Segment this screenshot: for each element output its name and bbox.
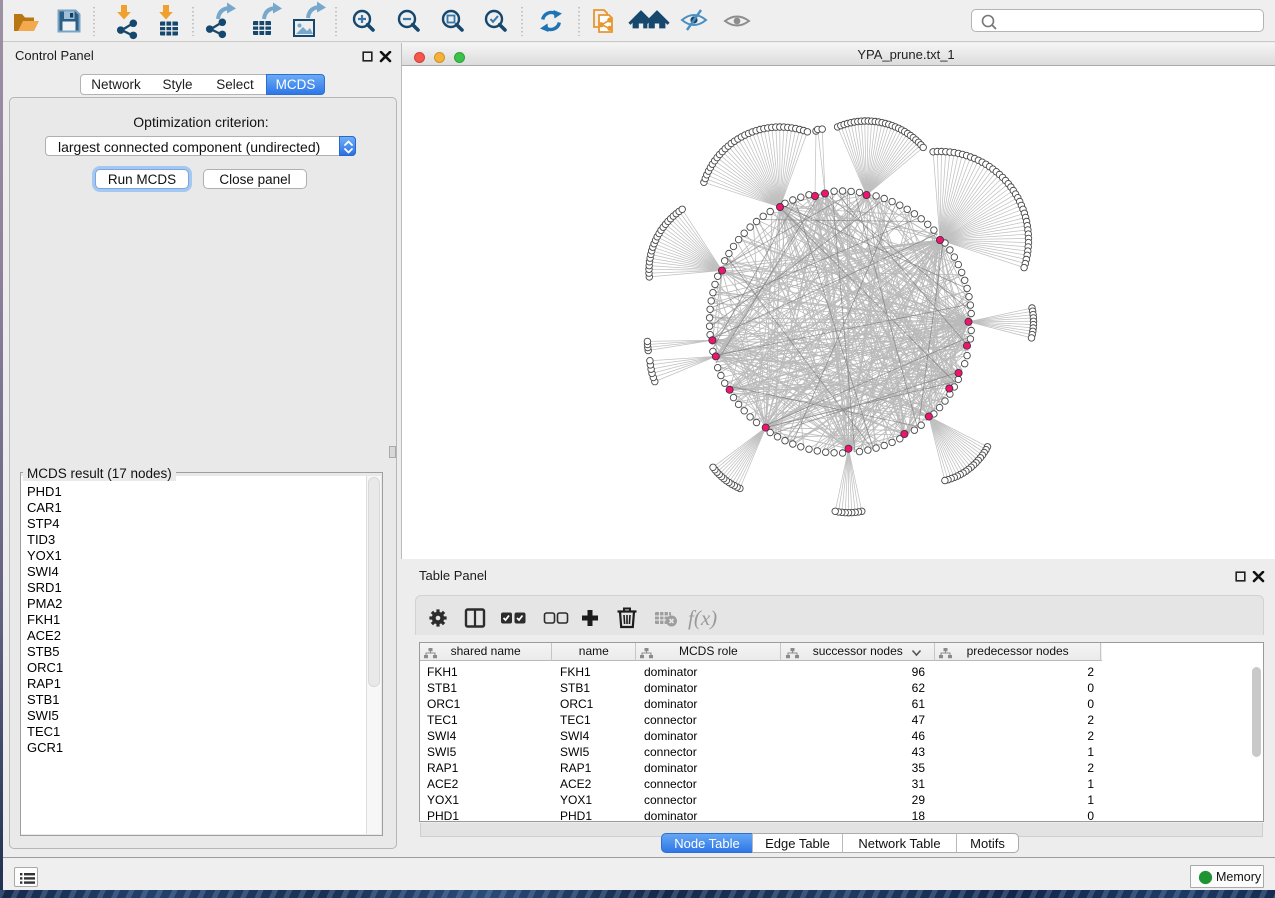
svg-text:f(x): f(x)	[688, 606, 717, 630]
